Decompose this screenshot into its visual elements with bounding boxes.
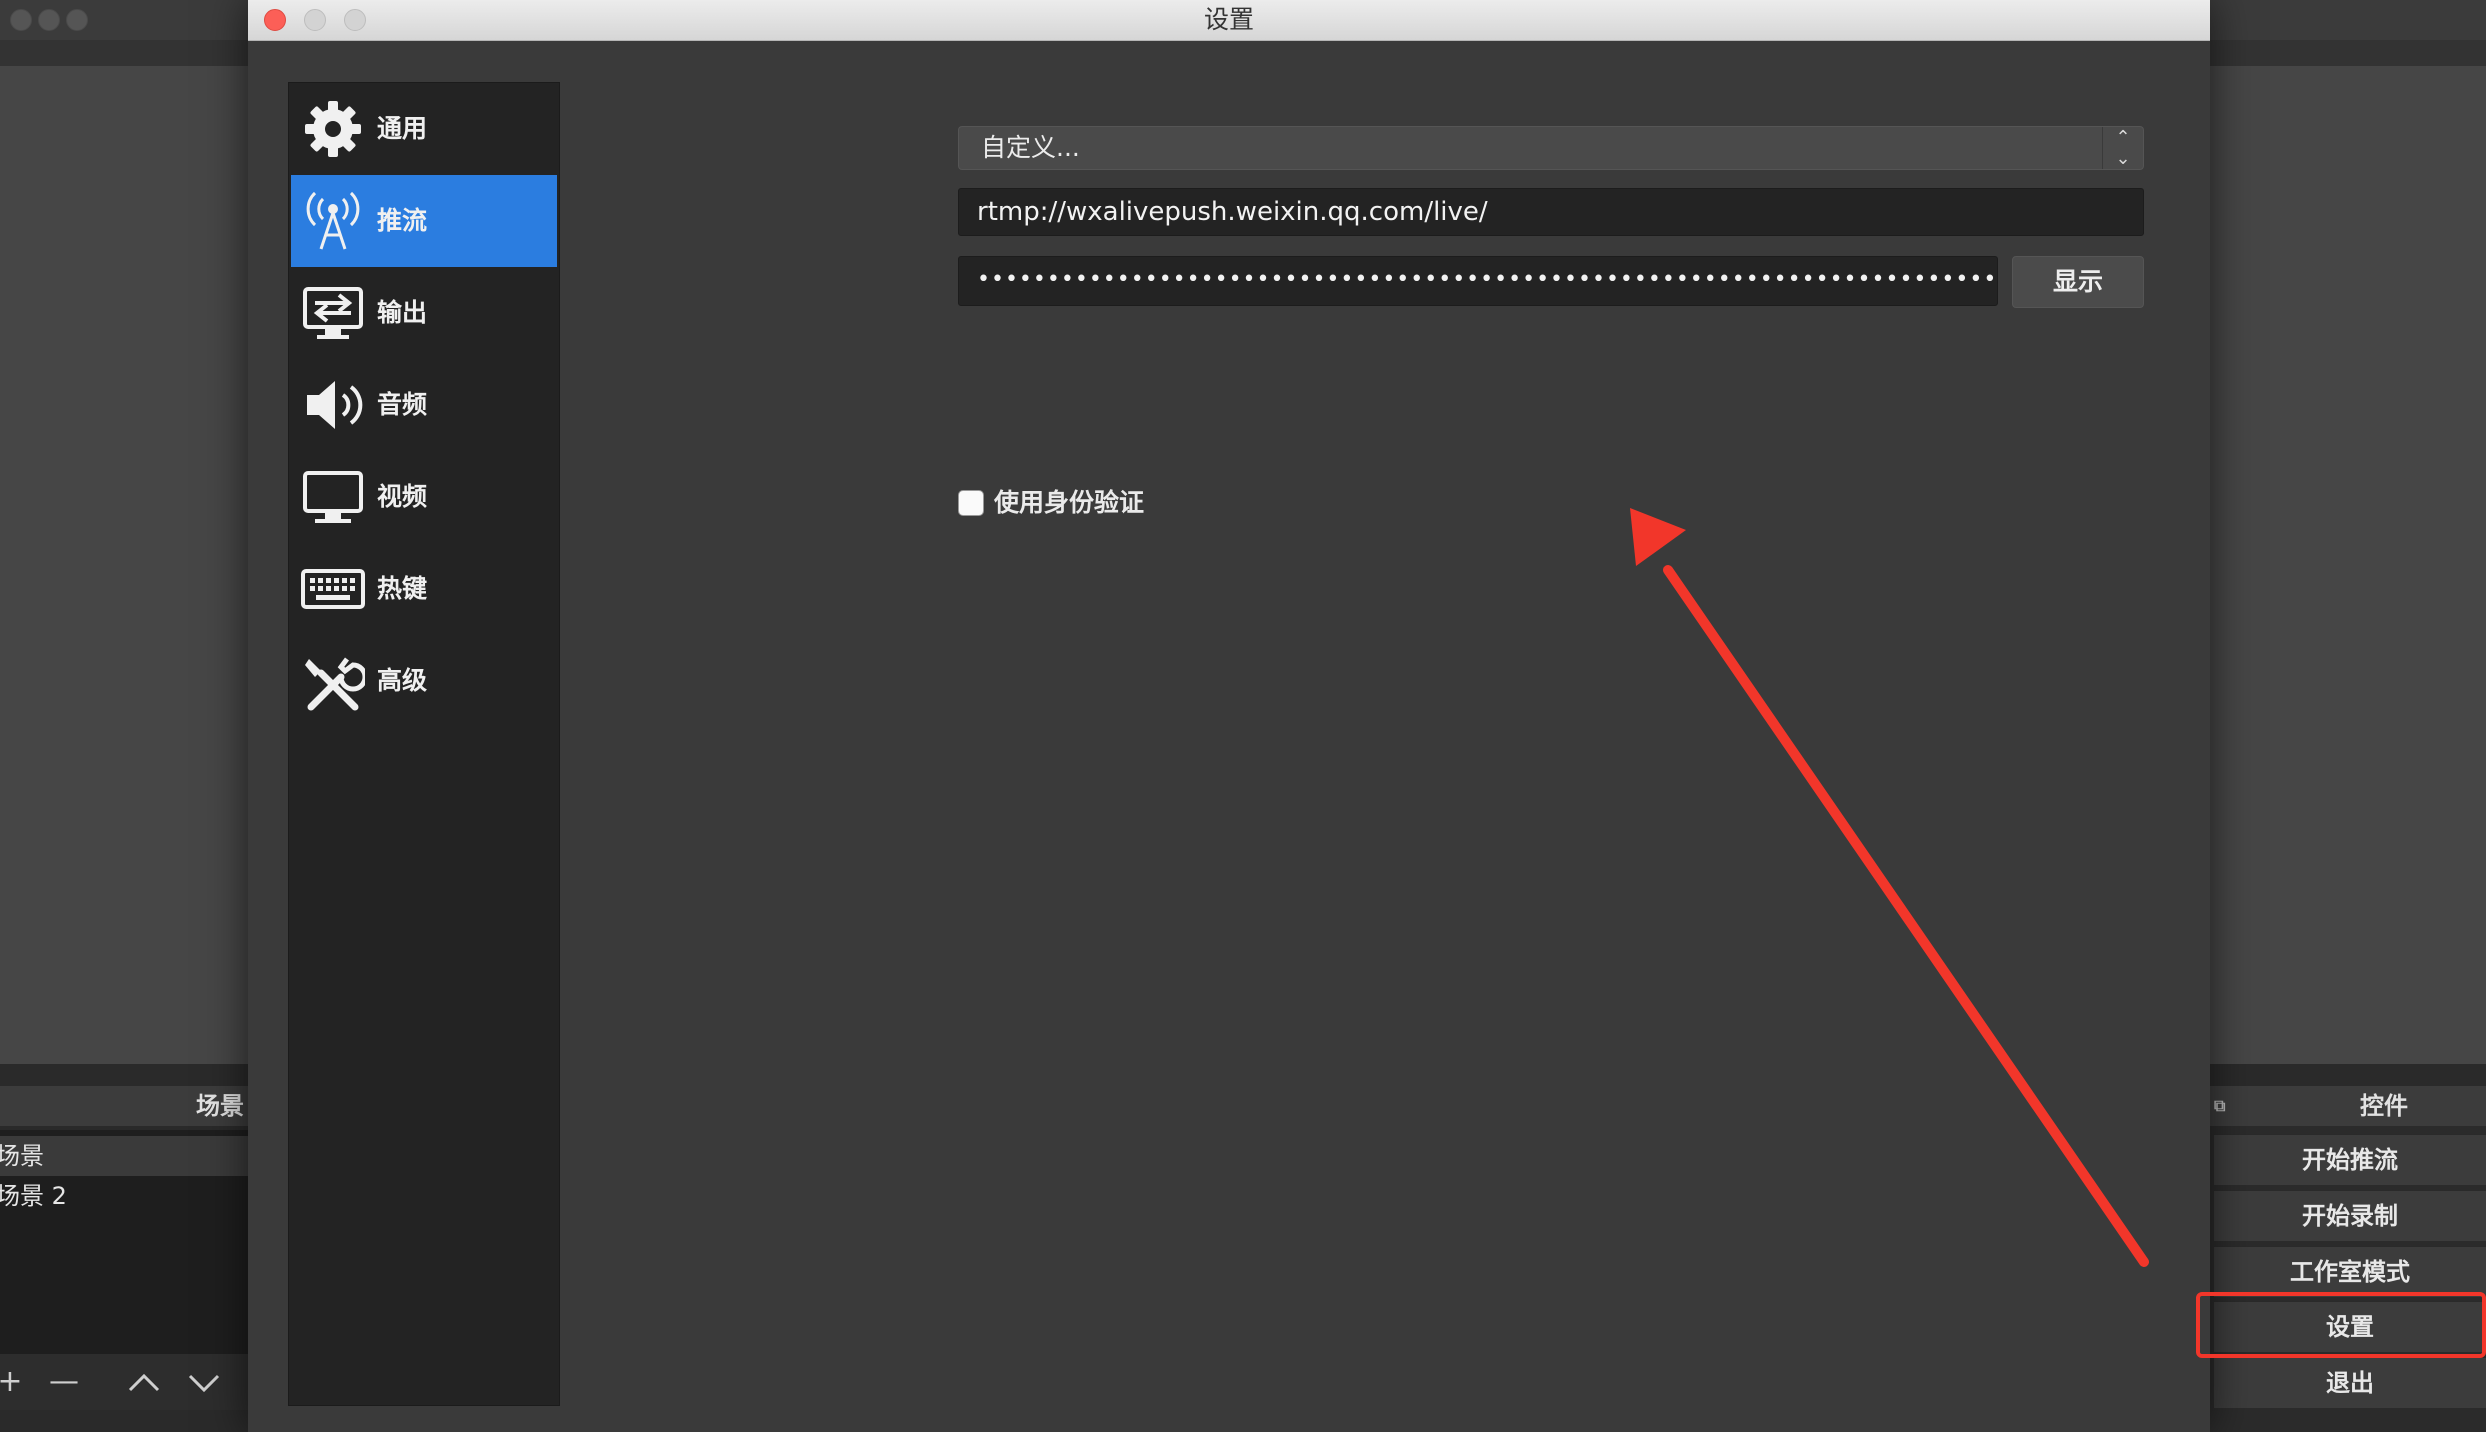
start-streaming-button[interactable]: 开始推流 <box>2214 1134 2486 1185</box>
dialog-title: 设置 <box>1203 5 1254 34</box>
updown-chevron-icon: ⌃ ⌄ <box>2102 127 2143 169</box>
studio-mode-button[interactable]: 工作室模式 <box>2214 1246 2486 1297</box>
sidebar-item-output[interactable]: 输出 <box>291 267 557 359</box>
sidebar-item-video[interactable]: 视频 <box>291 451 557 543</box>
main-zoom-light[interactable] <box>66 9 88 31</box>
remove-scene-button[interactable]: — <box>36 1354 92 1410</box>
exit-button[interactable]: 退出 <box>2214 1357 2486 1408</box>
output-monitor-icon <box>303 287 363 339</box>
tools-icon <box>305 657 365 711</box>
controls-dock-header: ⧉ 控件 <box>2210 1086 2486 1126</box>
sidebar-item-label: 通用 <box>377 114 428 143</box>
scene-item-label: 场景 <box>0 1142 44 1170</box>
sidebar-item-label: 推流 <box>377 206 428 235</box>
controls-dock-title: 控件 <box>2360 1092 2408 1120</box>
keyboard-icon <box>301 569 365 609</box>
chevron-up-icon <box>128 1373 160 1392</box>
start-recording-button[interactable]: 开始录制 <box>2214 1190 2486 1241</box>
sidebar-item-general[interactable]: 通用 <box>291 83 557 175</box>
move-scene-up-button[interactable] <box>116 1354 172 1410</box>
sidebar-item-audio[interactable]: 音频 <box>291 359 557 451</box>
service-select-value: 自定义... <box>981 133 1080 162</box>
scenes-dock-header: 场景 <box>0 1086 248 1126</box>
sidebar-item-label: 输出 <box>377 298 428 327</box>
sidebar-item-label: 热键 <box>377 574 428 603</box>
add-scene-button[interactable]: + <box>0 1354 38 1410</box>
sidebar-item-hotkeys[interactable]: 热键 <box>291 543 557 635</box>
use-auth-checkbox[interactable] <box>958 490 984 516</box>
sidebar-item-label: 视频 <box>377 482 428 511</box>
service-select[interactable]: 自定义... ⌃ ⌄ <box>958 126 2144 170</box>
speaker-icon <box>307 381 363 429</box>
settings-sidebar: 通用 推流 输出 音频 视频 热键 高级 <box>288 82 560 1406</box>
main-minimize-light[interactable] <box>38 9 60 31</box>
chevron-down-icon <box>188 1374 220 1393</box>
show-key-button[interactable]: 显示 <box>2012 256 2144 308</box>
monitor-icon <box>303 471 363 523</box>
scene-item-label: 场景 2 <box>0 1182 67 1210</box>
dialog-titlebar: 设置 <box>248 0 2210 41</box>
scenes-list: 场景 场景 2 <box>0 1130 248 1354</box>
settings-button[interactable]: 设置 <box>2214 1301 2486 1352</box>
sidebar-item-advanced[interactable]: 高级 <box>291 635 557 727</box>
settings-dialog: 设置 通用 推流 输出 音频 视频 热键 高级 自定义... ⌃ ⌄ rtmp:… <box>248 0 2210 1432</box>
sidebar-item-label: 高级 <box>377 666 428 695</box>
main-close-light[interactable] <box>10 9 32 31</box>
gear-icon <box>305 101 361 157</box>
scenes-dock-title: 场景 <box>196 1092 244 1120</box>
sidebar-item-stream[interactable]: 推流 <box>291 175 557 267</box>
scene-list-item[interactable]: 场景 <box>0 1136 248 1176</box>
dock-float-icon[interactable]: ⧉ <box>2214 1086 2225 1126</box>
server-input[interactable]: rtmp://wxalivepush.weixin.qq.com/live/ <box>958 188 2144 236</box>
move-scene-down-button[interactable] <box>176 1354 232 1410</box>
stream-key-input[interactable]: ••••••••••••••••••••••••••••••••••••••••… <box>958 256 1998 306</box>
sidebar-item-label: 音频 <box>377 390 428 419</box>
scene-list-item[interactable]: 场景 2 <box>0 1176 248 1216</box>
scenes-toolbar: + — <box>0 1354 248 1410</box>
broadcast-antenna-icon <box>306 191 360 250</box>
use-auth-label: 使用身份验证 <box>994 488 1145 517</box>
